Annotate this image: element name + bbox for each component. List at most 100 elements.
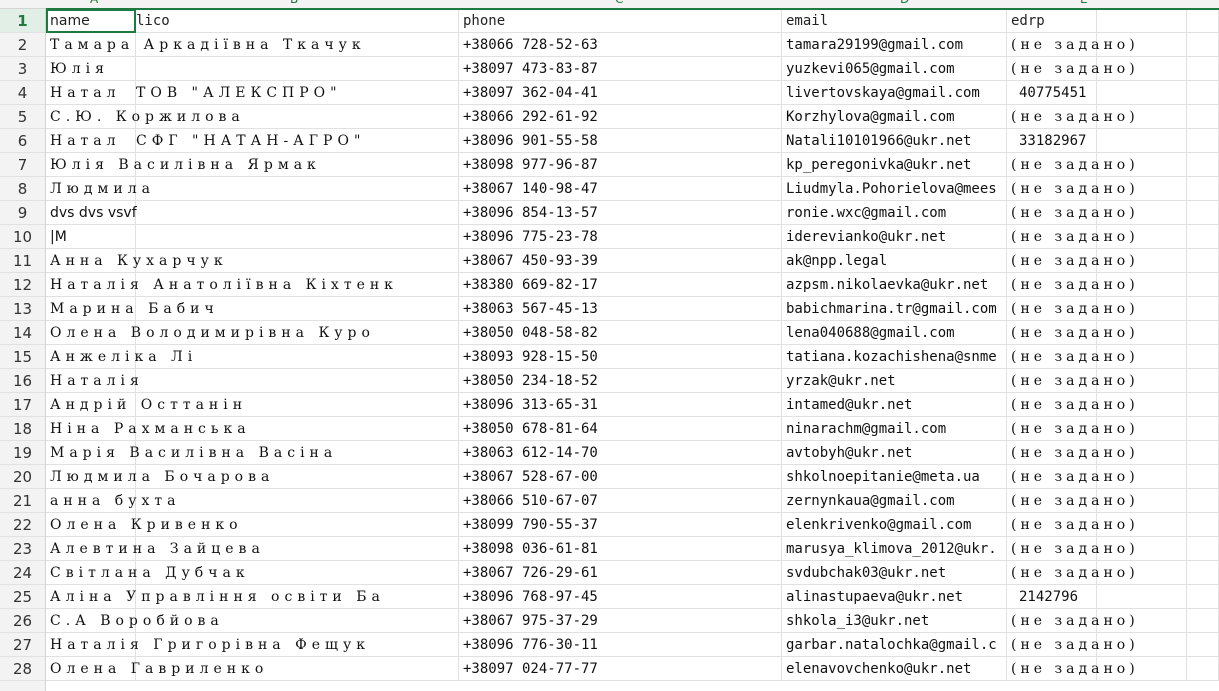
cell-name[interactable]: Юлія	[46, 57, 136, 81]
cell-name[interactable]: Марія Василівна Васіна	[46, 441, 332, 465]
row-number[interactable]: 6	[0, 129, 45, 153]
cell-empty[interactable]	[1097, 585, 1187, 609]
row-number[interactable]: 18	[0, 417, 45, 441]
cell-empty[interactable]	[1187, 81, 1219, 105]
cell-name[interactable]: Натал	[46, 81, 136, 105]
cell-email[interactable]: email	[782, 9, 1007, 33]
cell-phone[interactable]: +38050 234-18-52	[459, 369, 782, 393]
cell-edrp[interactable]: (не задано)	[1007, 609, 1135, 633]
cell-empty[interactable]	[1187, 441, 1219, 465]
cell-lico[interactable]	[136, 177, 459, 201]
cell-email[interactable]: zernynkaua@gmail.com	[782, 489, 1007, 513]
cell-phone[interactable]: +38096 775-23-78	[459, 225, 782, 249]
cell-empty[interactable]	[1097, 9, 1187, 33]
cell-email[interactable]: babichmarina.tr@gmail.com	[782, 297, 1007, 321]
cell-phone[interactable]: +38066 728-52-63	[459, 33, 782, 57]
cell-email[interactable]: marusya_klimova_2012@ukr.	[782, 537, 1007, 561]
cell-phone[interactable]: +38096 854-13-57	[459, 201, 782, 225]
row-number[interactable]: 15	[0, 345, 45, 369]
cell-empty[interactable]	[1187, 249, 1219, 273]
cell-phone[interactable]: +38067 975-37-29	[459, 609, 782, 633]
cell-email[interactable]: livertovskaya@gmail.com	[782, 81, 1007, 105]
cell-phone[interactable]: +38067 140-98-47	[459, 177, 782, 201]
column-letter[interactable]: D	[900, 0, 909, 6]
cell-email[interactable]: alinastupaeva@ukr.net	[782, 585, 1007, 609]
cell-empty[interactable]	[1187, 585, 1219, 609]
cell-edrp[interactable]: (не задано)	[1007, 465, 1135, 489]
cell-empty[interactable]	[1187, 369, 1219, 393]
cell-edrp[interactable]: (не задано)	[1007, 417, 1135, 441]
cell-email[interactable]: ronie.wxc@gmail.com	[782, 201, 1007, 225]
cell-name[interactable]: Людмила	[46, 177, 150, 201]
cell-edrp[interactable]: (не задано)	[1007, 561, 1135, 585]
cell-email[interactable]: elenkrivenko@gmail.com	[782, 513, 1007, 537]
cell-name[interactable]: Олена Гавриленко	[46, 657, 263, 681]
cell-empty[interactable]	[1187, 657, 1219, 681]
cell-lico[interactable]	[136, 57, 459, 81]
cell-name[interactable]: Натал	[46, 129, 136, 153]
cell-phone[interactable]: +38096 901-55-58	[459, 129, 782, 153]
cell-empty[interactable]	[1187, 513, 1219, 537]
cell-email[interactable]: tamara29199@gmail.com	[782, 33, 1007, 57]
cell-edrp[interactable]: edrp	[1007, 9, 1097, 33]
cell-edrp[interactable]: (не задано)	[1007, 369, 1135, 393]
cell-email[interactable]: azpsm.nikolaevka@ukr.net	[782, 273, 1007, 297]
cell-phone[interactable]: +38380 669-82-17	[459, 273, 782, 297]
row-number[interactable]: 11	[0, 249, 45, 273]
cell-empty[interactable]	[1187, 393, 1219, 417]
cell-phone[interactable]: +38098 036-61-81	[459, 537, 782, 561]
cell-lico[interactable]: СФГ "НАТАН-АГРО"	[136, 129, 459, 153]
cell-empty[interactable]	[1187, 201, 1219, 225]
cell-phone[interactable]: +38093 928-15-50	[459, 345, 782, 369]
cell-edrp[interactable]: (не задано)	[1007, 57, 1135, 81]
row-number[interactable]: 25	[0, 585, 45, 609]
cell-phone[interactable]: +38063 567-45-13	[459, 297, 782, 321]
cell-empty[interactable]	[1187, 417, 1219, 441]
column-letter[interactable]: A	[90, 0, 98, 6]
row-number[interactable]: 24	[0, 561, 45, 585]
cell-email[interactable]: lena040688@gmail.com	[782, 321, 1007, 345]
cell-name[interactable]: Алевтина Зайцева	[46, 537, 260, 561]
cell-empty[interactable]	[1187, 561, 1219, 585]
cell-empty[interactable]	[1187, 129, 1219, 153]
cell-name[interactable]: С.Ю. Коржилова	[46, 105, 240, 129]
cell-name[interactable]: Наталія Григорівна Фещук	[46, 633, 365, 657]
cell-email[interactable]: Liudmyla.Pohorielova@mees	[782, 177, 1007, 201]
cell-phone[interactable]: +38067 450-93-39	[459, 249, 782, 273]
cell-email[interactable]: elenavovchenko@ukr.net	[782, 657, 1007, 681]
row-number[interactable]: 12	[0, 273, 45, 297]
row-number[interactable]: 23	[0, 537, 45, 561]
cell-phone[interactable]: +38067 726-29-61	[459, 561, 782, 585]
cell-empty[interactable]	[1187, 321, 1219, 345]
cell-edrp[interactable]: (не задано)	[1007, 225, 1135, 249]
cell-edrp[interactable]: (не задано)	[1007, 513, 1135, 537]
cell-edrp[interactable]: (не задано)	[1007, 393, 1135, 417]
cell-edrp[interactable]: (не задано)	[1007, 153, 1135, 177]
cell-phone[interactable]: +38063 612-14-70	[459, 441, 782, 465]
row-number[interactable]: 21	[0, 489, 45, 513]
cell-empty[interactable]	[1187, 345, 1219, 369]
cell-phone[interactable]: +38098 977-96-87	[459, 153, 782, 177]
cell-email[interactable]: Korzhylova@gmail.com	[782, 105, 1007, 129]
cell-email[interactable]: yuzkevi065@gmail.com	[782, 57, 1007, 81]
cell-lico[interactable]: ТОВ "АЛЕКСПРО"	[136, 81, 459, 105]
cell-email[interactable]: shkola_i3@ukr.net	[782, 609, 1007, 633]
cell-name[interactable]: Анна Кухарчук	[46, 249, 223, 273]
cell-email[interactable]: yrzak@ukr.net	[782, 369, 1007, 393]
cell-phone[interactable]: +38097 473-83-87	[459, 57, 782, 81]
cell-phone[interactable]: +38097 024-77-77	[459, 657, 782, 681]
cell-empty[interactable]	[1187, 537, 1219, 561]
cell-name[interactable]: Андрій Осттанін	[46, 393, 242, 417]
column-letter[interactable]: C	[615, 0, 623, 6]
cell-phone[interactable]: +38050 678-81-64	[459, 417, 782, 441]
cell-edrp[interactable]: (не задано)	[1007, 105, 1135, 129]
cell-empty[interactable]	[1187, 225, 1219, 249]
cell-phone[interactable]: +38099 790-55-37	[459, 513, 782, 537]
cell-edrp[interactable]: (не задано)	[1007, 297, 1135, 321]
row-number[interactable]: 10	[0, 225, 45, 249]
cell-edrp[interactable]: (не задано)	[1007, 177, 1135, 201]
cell-empty[interactable]	[1097, 129, 1187, 153]
cell-lico[interactable]: lico	[136, 9, 459, 33]
cell-edrp[interactable]: (не задано)	[1007, 321, 1135, 345]
row-number[interactable]: 22	[0, 513, 45, 537]
